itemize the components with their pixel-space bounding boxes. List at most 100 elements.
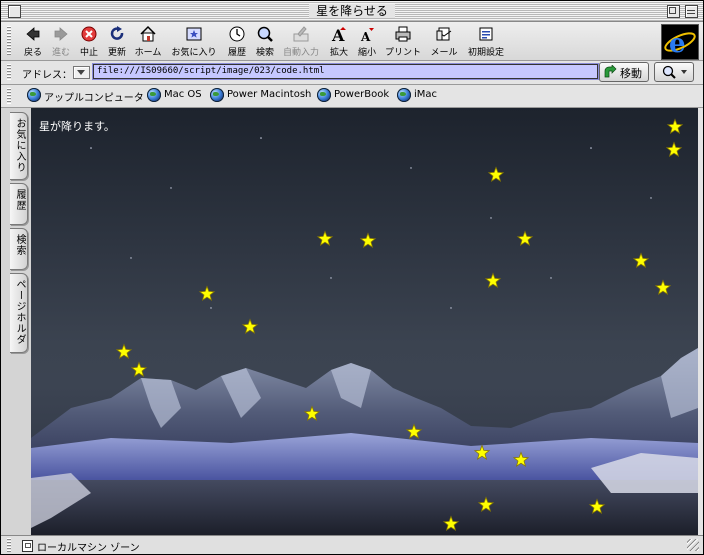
svg-text:e: e — [669, 29, 686, 59]
go-button[interactable]: 移動 — [599, 62, 649, 82]
back-label: 戻る — [23, 48, 42, 58]
stop-label: 中止 — [79, 48, 98, 58]
falling-star-icon — [442, 515, 460, 531]
button-toolbar: 戻る 進む 中止 更新 ホーム お気に入り 履歴 検索 自動入力 A 拡大 A … — [1, 22, 703, 61]
search-options-button[interactable] — [654, 62, 694, 82]
print-icon — [395, 26, 411, 42]
home-button[interactable]: ホーム — [133, 25, 163, 58]
mail-label: メール — [430, 48, 458, 58]
stop-button[interactable]: 中止 — [77, 25, 101, 58]
favorites-icon — [186, 27, 202, 41]
toolbar-grip[interactable] — [7, 26, 11, 56]
falling-star-icon — [487, 166, 505, 182]
print-label: プリント — [384, 48, 421, 58]
text-smaller-icon: A — [360, 28, 374, 43]
address-input[interactable]: file:///IS09660/script/image/023/code.ht… — [93, 64, 598, 79]
favorite-power-macintosh[interactable]: Power Macintosh — [210, 88, 312, 103]
favorite-imac[interactable]: iMac — [397, 88, 441, 103]
browser-window: 星を降らせる 戻る 進む 中止 更新 ホーム お気に入り 履歴 検索 自動入力 … — [0, 0, 704, 555]
address-grip[interactable] — [7, 64, 11, 80]
security-zone-text: ローカルマシン ゾーン — [37, 543, 140, 554]
text-larger-icon: A — [331, 26, 346, 43]
history-label: 履歴 — [227, 48, 246, 58]
tab-page-holder[interactable]: ページホルダ — [10, 273, 28, 353]
favorite-label: Mac OS — [164, 89, 202, 100]
zoom-box-icon[interactable] — [667, 5, 680, 18]
go-label: 移動 — [620, 67, 642, 80]
favorite-label: iMac — [414, 89, 438, 100]
preferences-icon — [479, 27, 493, 41]
history-icon — [229, 26, 245, 42]
falling-star-icon — [665, 141, 683, 157]
svg-text:A: A — [360, 30, 371, 43]
preferences-button[interactable]: 初期設定 — [465, 25, 507, 58]
window-title-wrap: 星を降らせる — [1, 1, 703, 21]
falling-star-icon — [303, 405, 321, 421]
favorite-label: Power Macintosh — [227, 89, 312, 100]
explorer-bar-tabs: お気に入り 履歴 検索 ページホルダ — [1, 108, 32, 535]
falling-star-icon — [316, 230, 334, 246]
search-button[interactable]: 検索 — [253, 25, 277, 58]
refresh-button[interactable]: 更新 — [105, 25, 129, 58]
forward-arrow-icon — [54, 27, 68, 41]
falling-star-icon — [512, 451, 530, 467]
falling-star-icon — [405, 423, 423, 439]
search-icon — [257, 26, 273, 42]
tab-label: 検索 — [14, 234, 25, 256]
mail-icon — [436, 27, 452, 41]
falling-star-icon — [477, 496, 495, 512]
preferences-label: 初期設定 — [467, 48, 504, 58]
falling-star-icon — [115, 343, 133, 359]
tab-label: 履歴 — [14, 189, 25, 211]
favorites-grip[interactable] — [7, 88, 11, 104]
text-smaller-label: 縮小 — [357, 48, 376, 58]
search-label: 検索 — [255, 48, 274, 58]
tab-search[interactable]: 検索 — [10, 228, 28, 270]
tab-label: ページホルダ — [14, 279, 25, 345]
magnifier-dropdown-icon — [662, 65, 687, 79]
globe-icon — [210, 88, 224, 102]
print-button[interactable]: プリント — [383, 25, 423, 58]
forward-button[interactable]: 進む — [49, 25, 73, 58]
falling-star-icon — [666, 118, 684, 134]
mail-button[interactable]: メール — [429, 25, 459, 58]
status-grip[interactable] — [7, 538, 11, 552]
favorite-mac-os[interactable]: Mac OS — [147, 88, 203, 103]
falling-star-icon — [473, 444, 491, 460]
history-button[interactable]: 履歴 — [225, 25, 249, 58]
home-icon — [140, 25, 156, 42]
tab-history[interactable]: 履歴 — [10, 183, 28, 225]
falling-star-icon — [654, 279, 672, 295]
address-history-dropdown[interactable] — [73, 66, 90, 79]
falling-star-icon — [516, 230, 534, 246]
back-button[interactable]: 戻る — [21, 25, 45, 58]
address-bar: アドレス： file:///IS09660/script/image/023/c… — [1, 61, 703, 85]
globe-icon — [27, 88, 41, 102]
falling-star-icon — [484, 272, 502, 288]
web-page-content[interactable]: 星が降ります。 — [31, 108, 698, 535]
favorite-apple-computer[interactable]: アップルコンピュータ — [27, 88, 144, 104]
text-larger-button[interactable]: A 拡大 — [327, 25, 351, 58]
ie-e-glyph: e — [664, 29, 696, 59]
collapse-box-icon[interactable] — [685, 5, 698, 18]
refresh-icon — [110, 26, 124, 40]
globe-icon — [147, 88, 161, 102]
text-larger-label: 拡大 — [329, 48, 348, 58]
falling-star-icon — [130, 361, 148, 377]
window-title: 星を降らせる — [309, 4, 395, 18]
falling-star-icon — [632, 252, 650, 268]
tab-favorites[interactable]: お気に入り — [10, 112, 28, 180]
favorite-label: アップルコンピュータ — [44, 93, 144, 104]
falling-star-icon — [198, 285, 216, 301]
autofill-icon — [293, 26, 309, 42]
back-arrow-icon — [26, 27, 40, 41]
favorites-button[interactable]: お気に入り — [169, 25, 219, 58]
favorite-powerbook[interactable]: PowerBook — [317, 88, 389, 103]
falling-star-icon — [588, 498, 606, 514]
autofill-button[interactable]: 自動入力 — [281, 25, 321, 58]
globe-icon — [397, 88, 411, 102]
resize-grip-icon[interactable] — [687, 539, 699, 551]
title-bar[interactable]: 星を降らせる — [1, 1, 703, 22]
ie-logo-icon: e — [661, 24, 699, 60]
text-smaller-button[interactable]: A 縮小 — [355, 25, 379, 58]
